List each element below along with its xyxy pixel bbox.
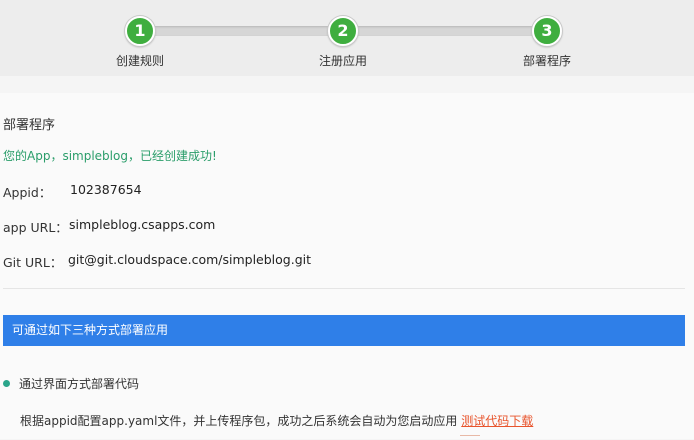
cropped-decoration <box>460 435 480 440</box>
step-3-label: 部署程序 <box>522 54 571 68</box>
divider <box>3 288 685 289</box>
page-title: 部署程序 <box>3 118 56 133</box>
step-2-label: 注册应用 <box>318 54 367 68</box>
method-1-heading: 通过界面方式部署代码 <box>3 375 139 392</box>
method-1-description-row: 根据appid配置app.yaml文件，并上传程序包，成功之后系统会自动为您启动… <box>20 412 533 429</box>
appid-row: Appid： 102387654 <box>3 182 142 201</box>
success-message: 您的App，simpleblog，已经创建成功! <box>3 149 217 163</box>
step-2-badge: 2 <box>328 16 358 46</box>
progress-header: 1 创建规则 2 注册应用 3 部署程序 <box>0 0 694 76</box>
appid-label: Appid： <box>3 185 52 200</box>
step-register-app: 2 注册应用 <box>293 16 393 69</box>
deploy-methods-banner: 可通过如下三种方式部署应用 <box>3 315 685 346</box>
step-1-label: 创建规则 <box>115 54 164 68</box>
bullet-dot-icon <box>3 380 10 387</box>
test-code-download-link[interactable]: 测试代码下载 <box>461 414 533 428</box>
git-url-row: Git URL： git@git.cloudspace.com/simplebl… <box>3 252 311 271</box>
appid-value: 102387654 <box>70 182 142 197</box>
app-url-value: simpleblog.csapps.com <box>69 217 216 232</box>
method-1-description: 根据appid配置app.yaml文件，并上传程序包，成功之后系统会自动为您启动… <box>20 414 458 428</box>
step-create-rule: 1 创建规则 <box>90 16 190 69</box>
step-deploy: 3 部署程序 <box>497 16 597 69</box>
app-url-row: app URL： simpleblog.csapps.com <box>3 217 215 236</box>
step-3-badge: 3 <box>532 16 562 46</box>
git-url-value: git@git.cloudspace.com/simpleblog.git <box>68 252 312 267</box>
step-1-badge: 1 <box>125 16 155 46</box>
app-url-label: app URL： <box>3 220 68 235</box>
deploy-panel: 部署程序 您的App，simpleblog，已经创建成功! Appid： 102… <box>0 93 694 439</box>
method-1-title: 通过界面方式部署代码 <box>19 377 140 391</box>
git-url-label: Git URL： <box>3 255 63 270</box>
